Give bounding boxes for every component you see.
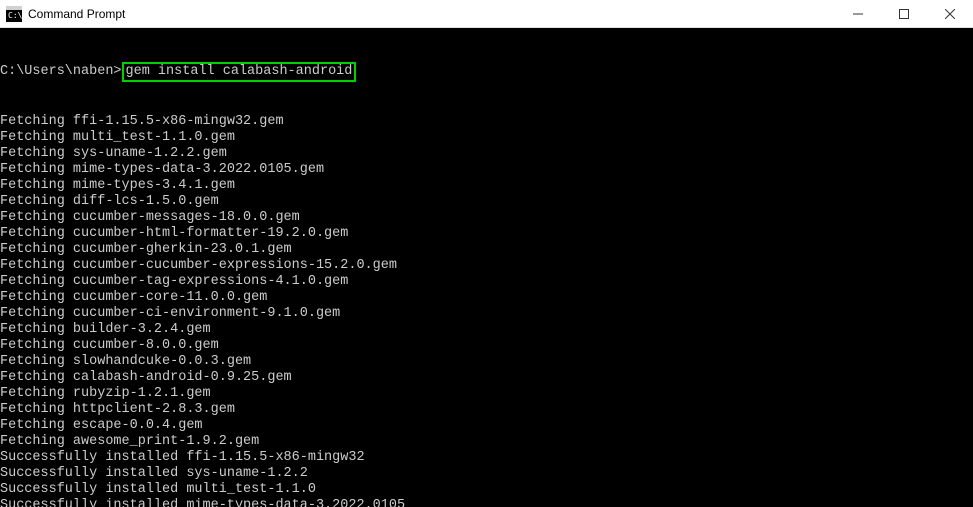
console-line: Fetching cucumber-tag-expressions-4.1.0.… (0, 274, 973, 290)
cmd-icon: C:\ (6, 6, 22, 22)
console-line: Fetching cucumber-gherkin-23.0.1.gem (0, 242, 973, 258)
console-line: Fetching cucumber-8.0.0.gem (0, 338, 973, 354)
console-line: Successfully installed ffi-1.15.5-x86-mi… (0, 450, 973, 466)
console-line: Fetching cucumber-cucumber-expressions-1… (0, 258, 973, 274)
console-line: Fetching cucumber-html-formatter-19.2.0.… (0, 226, 973, 242)
console-line: Fetching mime-types-3.4.1.gem (0, 178, 973, 194)
console-line: Fetching ffi-1.15.5-x86-mingw32.gem (0, 114, 973, 130)
console-line: Successfully installed mime-types-data-3… (0, 498, 973, 507)
prompt-line: C:\Users\naben>gem install calabash-andr… (0, 62, 973, 82)
console-line: Fetching cucumber-ci-environment-9.1.0.g… (0, 306, 973, 322)
console-line: Successfully installed multi_test-1.1.0 (0, 482, 973, 498)
console-line: Fetching escape-0.0.4.gem (0, 418, 973, 434)
close-button[interactable] (927, 0, 973, 28)
console-line: Fetching slowhandcuke-0.0.3.gem (0, 354, 973, 370)
console-line: Fetching diff-lcs-1.5.0.gem (0, 194, 973, 210)
console-line: Fetching httpclient-2.8.3.gem (0, 402, 973, 418)
svg-text:C:\: C:\ (8, 11, 22, 20)
console-line: Fetching builder-3.2.4.gem (0, 322, 973, 338)
window-title: Command Prompt (28, 7, 835, 21)
maximize-button[interactable] (881, 0, 927, 28)
console-line: Fetching multi_test-1.1.0.gem (0, 130, 973, 146)
console-line: Successfully installed sys-uname-1.2.2 (0, 466, 973, 482)
highlighted-command: gem install calabash-android (122, 62, 357, 82)
window-controls (835, 0, 973, 27)
console-output[interactable]: C:\Users\naben>gem install calabash-andr… (0, 28, 973, 507)
console-line: Fetching sys-uname-1.2.2.gem (0, 146, 973, 162)
console-line: Fetching mime-types-data-3.2022.0105.gem (0, 162, 973, 178)
console-line: Fetching cucumber-messages-18.0.0.gem (0, 210, 973, 226)
console-line: Fetching calabash-android-0.9.25.gem (0, 370, 973, 386)
prompt-path: C:\Users\naben> (0, 64, 122, 80)
titlebar[interactable]: C:\ Command Prompt (0, 0, 973, 28)
console-line: Fetching rubyzip-1.2.1.gem (0, 386, 973, 402)
console-line: Fetching awesome_print-1.9.2.gem (0, 434, 973, 450)
minimize-button[interactable] (835, 0, 881, 28)
console-line: Fetching cucumber-core-11.0.0.gem (0, 290, 973, 306)
